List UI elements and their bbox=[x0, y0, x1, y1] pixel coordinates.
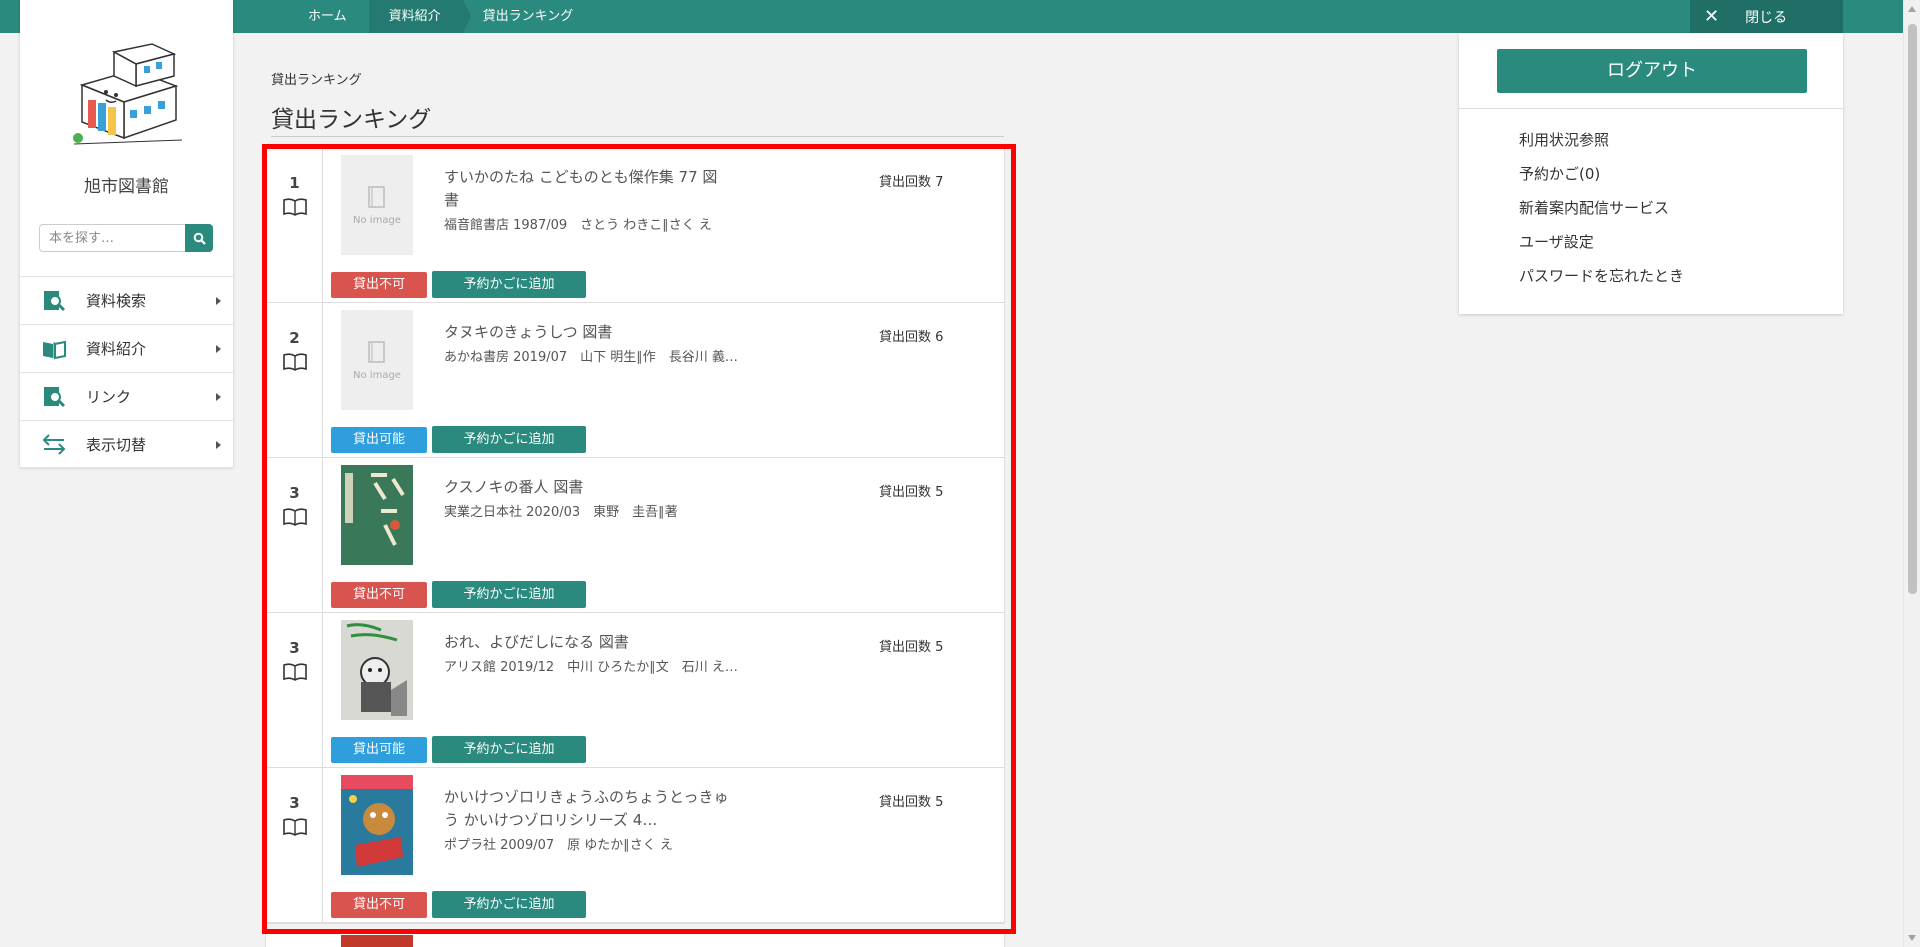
search-button[interactable] bbox=[185, 224, 213, 252]
caret-right-icon bbox=[216, 297, 221, 305]
breadcrumb-ranking: 貸出ランキング bbox=[463, 0, 596, 33]
breadcrumb: ホーム 資料紹介 貸出ランキング bbox=[288, 0, 595, 33]
panel-divider bbox=[1459, 108, 1843, 109]
link-search-icon bbox=[40, 385, 68, 409]
top-bar: ホーム 資料紹介 貸出ランキング ✕ 閉じる bbox=[0, 0, 1920, 33]
switch-arrows-icon bbox=[40, 432, 68, 456]
scrollbar-thumb[interactable] bbox=[1908, 24, 1917, 594]
list-item-partial bbox=[265, 932, 1005, 947]
search-doc-icon bbox=[40, 289, 68, 313]
page-title: 貸出ランキング bbox=[271, 107, 432, 133]
search-form bbox=[39, 224, 213, 252]
new-arrival-service-link[interactable]: 新着案内配信サービス bbox=[1519, 198, 1684, 232]
sidebar-item-display-switch[interactable]: 表示切替 bbox=[20, 420, 233, 468]
user-panel: ログアウト 利用状況参照 予約かご(0) 新着案内配信サービス ユーザ設定 パス… bbox=[1459, 33, 1843, 314]
breadcrumb-ranking-label: 貸出ランキング bbox=[482, 9, 574, 24]
forgot-password-link[interactable]: パスワードを忘れたとき bbox=[1519, 266, 1684, 300]
breadcrumb-home[interactable]: ホーム bbox=[288, 0, 369, 33]
sidebar-item-label: 資料紹介 bbox=[86, 340, 147, 358]
sidebar-item-label: リンク bbox=[86, 388, 132, 406]
sidebar-item-material-intro[interactable]: 資料紹介 bbox=[20, 324, 233, 372]
user-settings-link[interactable]: ユーザ設定 bbox=[1519, 232, 1684, 266]
search-icon bbox=[193, 232, 206, 245]
usage-status-link[interactable]: 利用状況参照 bbox=[1519, 130, 1684, 164]
breadcrumb-material-intro-label: 資料紹介 bbox=[388, 9, 441, 24]
scroll-down-icon[interactable] bbox=[1908, 935, 1916, 941]
sidebar-item-link[interactable]: リンク bbox=[20, 372, 233, 420]
open-book-icon bbox=[40, 337, 68, 361]
section-label: 貸出ランキング bbox=[271, 73, 362, 88]
user-links: 利用状況参照 予約かご(0) 新着案内配信サービス ユーザ設定 パスワードを忘れ… bbox=[1519, 130, 1684, 300]
sidebar-menu: 資料検索 資料紹介 リンク 表示切替 bbox=[20, 276, 233, 468]
breadcrumb-material-intro[interactable]: 資料紹介 bbox=[368, 0, 471, 33]
search-input[interactable] bbox=[39, 224, 185, 252]
book-cover-image[interactable] bbox=[341, 935, 413, 947]
title-divider bbox=[271, 136, 1004, 137]
sidebar-item-material-search[interactable]: 資料検索 bbox=[20, 276, 233, 324]
breadcrumb-home-label: ホーム bbox=[308, 9, 347, 24]
library-name: 旭市図書館 bbox=[84, 177, 169, 197]
close-label: 閉じる bbox=[1745, 9, 1788, 26]
sidebar-item-label: 表示切替 bbox=[86, 435, 147, 454]
caret-right-icon bbox=[216, 345, 221, 353]
sidebar: 旭市図書館 資料検索 資料紹介 リン bbox=[20, 0, 233, 468]
scroll-up-icon[interactable] bbox=[1908, 6, 1916, 12]
close-icon: ✕ bbox=[1704, 6, 1720, 27]
sidebar-item-label: 資料検索 bbox=[86, 292, 147, 310]
logout-button[interactable]: ログアウト bbox=[1497, 49, 1807, 93]
highlight-box bbox=[262, 144, 1016, 934]
scrollbar[interactable] bbox=[1903, 0, 1920, 947]
reservation-cart-link[interactable]: 予約かご(0) bbox=[1519, 164, 1684, 198]
close-button[interactable]: ✕ 閉じる bbox=[1690, 0, 1843, 33]
caret-right-icon bbox=[216, 393, 221, 401]
caret-right-icon bbox=[216, 441, 221, 449]
library-logo bbox=[73, 43, 183, 145]
